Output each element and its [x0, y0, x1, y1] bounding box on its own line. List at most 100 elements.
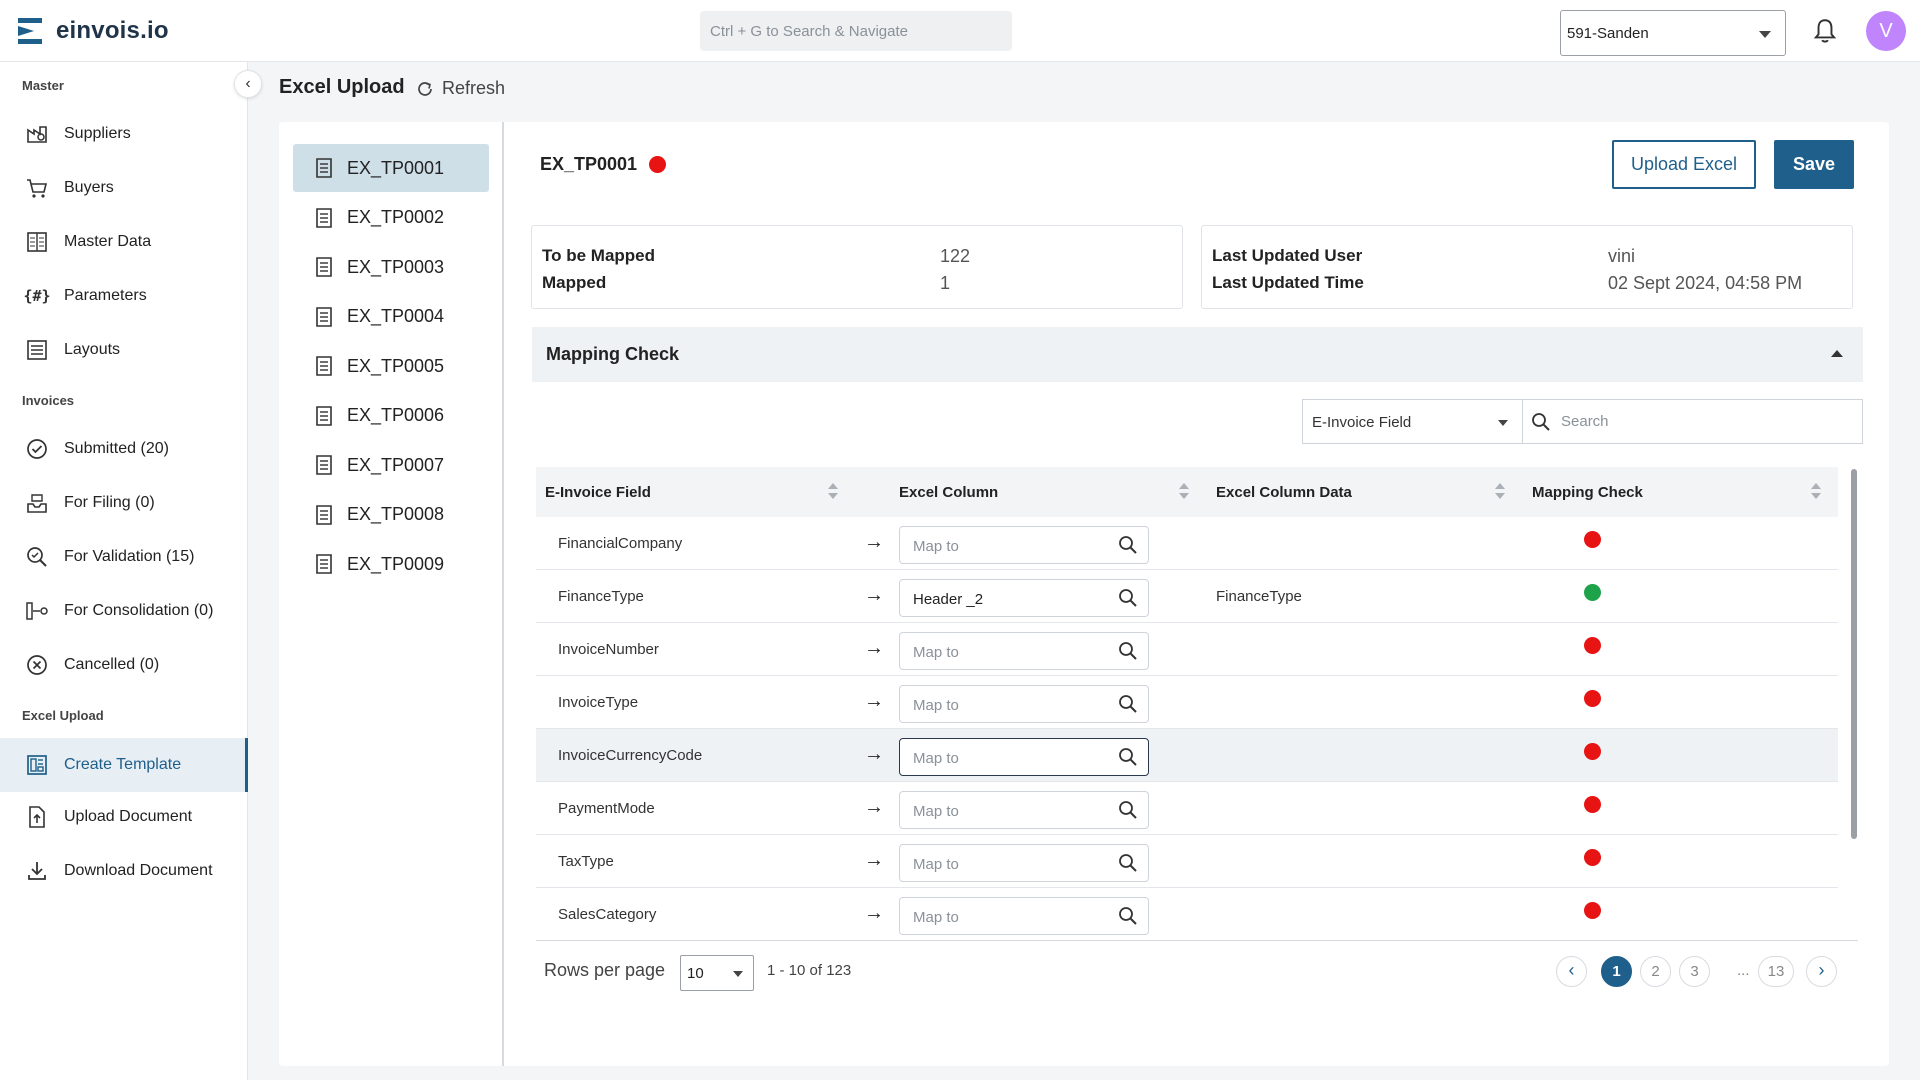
search-icon[interactable]	[1118, 694, 1138, 714]
mapping-search-input[interactable]: Search	[1522, 399, 1863, 444]
excel-column-input[interactable]: Header _2	[899, 579, 1149, 617]
cart-icon	[24, 175, 50, 201]
search-icon[interactable]	[1118, 641, 1138, 661]
sidebar-item-label: Layouts	[64, 341, 121, 358]
next-page-button[interactable]: ›	[1806, 956, 1837, 987]
column-header[interactable]: Excel Column Data	[1216, 484, 1352, 501]
refresh-icon	[418, 81, 432, 96]
search-icon[interactable]	[1118, 800, 1138, 820]
document-icon	[316, 158, 332, 178]
sidebar-item-label: Master Data	[64, 233, 152, 250]
mapping-check-header[interactable]: Mapping Check	[532, 327, 1863, 382]
rows-per-page-select[interactable]: 10	[680, 955, 754, 991]
page-button-2[interactable]: 2	[1640, 956, 1671, 987]
company-select-value: 591-Sanden	[1567, 25, 1649, 42]
sort-icon[interactable]	[1811, 483, 1821, 501]
template-list-item-label: EX_TP0006	[347, 405, 445, 425]
sidebar-item-download-document[interactable]: Download Document	[0, 846, 248, 896]
page-button-last[interactable]: 13	[1758, 956, 1794, 987]
excel-column-input[interactable]: Map to	[899, 897, 1149, 935]
chevron-down-icon	[1498, 420, 1508, 426]
sidebar-item-parameters[interactable]: {#} Parameters	[0, 271, 248, 321]
arrow-right-icon: →	[864, 902, 884, 924]
excel-column-data: FinanceType	[1216, 588, 1302, 605]
company-select[interactable]: 591-Sanden	[1560, 10, 1786, 56]
column-header[interactable]: E-Invoice Field	[545, 484, 651, 501]
sidebar-item-for-consolidation[interactable]: For Consolidation (0)	[0, 586, 248, 636]
template-list-item[interactable]: EX_TP0001	[293, 144, 489, 192]
document-icon	[316, 405, 332, 426]
sidebar-item-suppliers[interactable]: Suppliers	[0, 109, 248, 159]
template-list-item[interactable]: EX_TP0008	[293, 491, 489, 539]
sidebar-item-submitted[interactable]: Submitted (20)	[0, 424, 248, 474]
excel-column-input[interactable]: Map to	[899, 791, 1149, 829]
table-row: InvoiceNumber → Map to	[536, 623, 1838, 676]
template-list: EX_TP0001 EX_TP0002 EX_TP0003 EX_TP0004 EX_T…	[279, 122, 504, 1066]
document-icon	[316, 554, 332, 574]
filter-field-select[interactable]: E-Invoice Field	[1302, 399, 1522, 444]
mapping-status-dot	[1584, 637, 1601, 654]
mapping-check-title: Mapping Check	[546, 344, 680, 364]
excel-column-input[interactable]: Map to	[899, 844, 1149, 882]
template-list-item-label: EX_TP0005	[347, 355, 445, 376]
sidebar-item-create-template[interactable]: Create Template	[0, 738, 248, 792]
template-list-item[interactable]: EX_TP0006	[293, 392, 489, 440]
einvoice-field: FinancialCompany	[558, 535, 683, 552]
search-icon[interactable]	[1118, 906, 1138, 926]
sidebar-item-layouts[interactable]: Layouts	[0, 325, 248, 375]
prev-page-button[interactable]: ‹	[1556, 956, 1587, 987]
template-list-item[interactable]: EX_TP0004	[293, 293, 489, 341]
rows-per-page-value: 10	[687, 965, 704, 982]
column-header[interactable]: Mapping Check	[1532, 484, 1643, 501]
last-updated-time-label: Last Updated Time	[1212, 273, 1364, 292]
template-list-item[interactable]: EX_TP0002	[293, 194, 489, 242]
sidebar-item-upload-document[interactable]: Upload Document	[0, 792, 248, 842]
upload-excel-button[interactable]: Upload Excel	[1612, 140, 1756, 189]
sidebar-item-cancelled[interactable]: Cancelled (0)	[0, 640, 248, 690]
last-updated-time-value: 02 Sept 2024, 04:58 PM	[1608, 273, 1803, 293]
refresh-button[interactable]: Refresh	[416, 78, 505, 99]
search-icon[interactable]	[1118, 747, 1138, 767]
app-logo[interactable]: einvois.io	[16, 14, 169, 48]
template-list-item[interactable]: EX_TP0005	[293, 342, 489, 390]
sidebar-item-for-validation[interactable]: For Validation (15)	[0, 532, 248, 582]
search-icon[interactable]	[1118, 588, 1138, 608]
template-list-item[interactable]: EX_TP0009	[293, 540, 489, 588]
search-icon[interactable]	[1118, 535, 1138, 555]
sort-icon[interactable]	[828, 483, 838, 501]
template-list-item[interactable]: EX_TP0003	[293, 243, 489, 291]
column-header[interactable]: Excel Column	[899, 484, 998, 501]
search-icon[interactable]	[1118, 853, 1138, 873]
table-row: TaxType → Map to	[536, 835, 1838, 888]
table-row: SalesCategory → Map to	[536, 888, 1838, 941]
inbox-icon	[24, 490, 50, 516]
excel-column-input[interactable]: Map to	[899, 632, 1149, 670]
excel-column-input[interactable]: Map to	[899, 685, 1149, 723]
avatar[interactable]: V	[1866, 11, 1906, 51]
sidebar-item-buyers[interactable]: Buyers	[0, 163, 248, 213]
sidebar-item-label: For Filing (0)	[64, 494, 155, 511]
chevron-left-icon: ‹	[1568, 960, 1575, 980]
arrow-right-icon: →	[864, 637, 884, 659]
global-search-input[interactable]: Ctrl + G to Search & Navigate	[700, 11, 1012, 51]
excel-column-value: Map to	[913, 856, 959, 873]
document-icon	[316, 504, 332, 525]
sort-icon[interactable]	[1495, 483, 1505, 501]
table-row: FinanceType → Header _2 FinanceType	[536, 570, 1838, 623]
save-button[interactable]: Save	[1774, 140, 1854, 189]
table-scrollbar[interactable]	[1851, 469, 1857, 839]
parameters-icon: {#}	[23, 287, 51, 305]
mapped-value: 1	[940, 273, 951, 293]
page-button-3[interactable]: 3	[1679, 956, 1710, 987]
sidebar-collapse-button[interactable]: ‹	[234, 70, 262, 98]
excel-column-input[interactable]: Map to	[899, 738, 1149, 776]
template-list-item[interactable]: EX_TP0007	[293, 441, 489, 489]
page-button-1[interactable]: 1	[1601, 956, 1632, 987]
sidebar-item-for-filing[interactable]: For Filing (0)	[0, 478, 248, 528]
pagination-ellipsis: ...	[1737, 962, 1750, 979]
bell-icon[interactable]	[1812, 17, 1838, 45]
last-updated-user-label: Last Updated User	[1212, 246, 1363, 265]
sidebar-item-master-data[interactable]: Master Data	[0, 217, 248, 267]
excel-column-input[interactable]: Map to	[899, 526, 1149, 564]
sort-icon[interactable]	[1179, 483, 1189, 501]
